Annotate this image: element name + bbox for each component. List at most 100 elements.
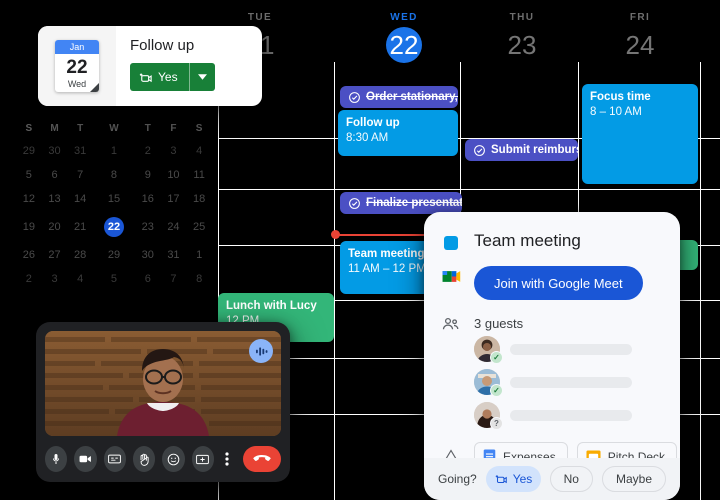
mini-calendar-day[interactable]: 29 <box>16 139 42 163</box>
video-feed <box>45 331 281 436</box>
event-details-panel[interactable]: Team meeting Join with Google Meet 3 gue… <box>424 212 680 500</box>
mini-calendar-day[interactable]: 11 <box>186 163 212 187</box>
rsvp-maybe-button[interactable]: Maybe <box>601 466 666 492</box>
mini-calendar-day[interactable]: 3 <box>42 267 68 291</box>
mini-calendar-day[interactable]: 24 <box>161 211 187 243</box>
guest-status-badge: ? <box>490 417 503 430</box>
mini-calendar-day[interactable]: 18 <box>186 187 212 211</box>
task-order-stationary[interactable]: Order stationary, 8 <box>340 86 458 108</box>
more-options-icon[interactable] <box>221 446 233 472</box>
day-header-fri[interactable]: FRI 24 <box>596 12 684 63</box>
guest-list-item[interactable]: ✓ <box>474 369 664 397</box>
notification-yes-main[interactable]: Yes <box>130 63 189 91</box>
mini-calendar-day[interactable]: 4 <box>67 267 93 291</box>
mini-calendar-day[interactable]: 5 <box>16 163 42 187</box>
rsvp-no-button[interactable]: No <box>549 466 593 492</box>
mini-calendar-day[interactable]: 25 <box>186 211 212 243</box>
emoji-glyph <box>167 453 180 465</box>
microphone-icon[interactable] <box>45 446 68 472</box>
event-focus-time[interactable]: Focus time 8 – 10 AM <box>582 84 698 184</box>
audio-level-icon <box>255 346 267 356</box>
captions-icon[interactable] <box>103 446 127 472</box>
mini-calendar-day[interactable]: 2 <box>16 267 42 291</box>
mini-calendar-day[interactable]: 26 <box>16 243 42 267</box>
day-header-weekday: THU <box>509 12 535 23</box>
google-meet-icon <box>442 271 461 282</box>
raise-hand-icon[interactable] <box>133 446 156 472</box>
mini-calendar-day[interactable]: 30 <box>135 243 161 267</box>
guest-name-redacted <box>510 409 632 421</box>
mini-calendar-day[interactable]: 8 <box>186 267 212 291</box>
day-header-weekday: TUE <box>247 12 273 23</box>
notification-yes-button[interactable]: Yes <box>130 63 215 91</box>
mini-calendar-day[interactable]: 1 <box>186 243 212 267</box>
mini-calendar-day[interactable]: 9 <box>135 163 161 187</box>
mini-weekday: W <box>109 123 119 134</box>
mini-calendar-day[interactable]: 16 <box>135 187 161 211</box>
chevron-down-icon <box>197 74 207 80</box>
mini-calendar-day[interactable]: 7 <box>161 267 187 291</box>
event-follow-up[interactable]: Follow up 8:30 AM <box>338 110 458 156</box>
mini-calendar-week-row: 2345678 <box>16 267 212 291</box>
mini-calendar-day[interactable]: 21 <box>67 211 93 243</box>
mini-calendar-day[interactable]: 19 <box>16 211 42 243</box>
present-screen-glyph <box>196 454 210 464</box>
day-header-weekday: WED <box>390 12 418 23</box>
check-circle-icon <box>474 144 485 156</box>
guest-list-item[interactable]: ✓ <box>474 336 664 364</box>
mini-calendar-day[interactable]: 2 <box>135 139 161 163</box>
mini-calendar-day[interactable]: 7 <box>67 163 93 187</box>
join-google-meet-button[interactable]: Join with Google Meet <box>474 266 643 300</box>
emoji-icon[interactable] <box>162 446 185 472</box>
rsvp-question: Going? <box>438 472 477 486</box>
rsvp-bar: Going? Yes No Maybe <box>424 458 680 500</box>
microphone-glyph <box>53 454 60 464</box>
mini-calendar-day[interactable]: 15 <box>93 187 135 211</box>
guest-list: ✓ ✓ ? <box>474 336 664 430</box>
mini-month-calendar[interactable]: S M T W T F S 29 30 31 1 2 3 4 5 6 7 8 9 10 11 12 13 14 1… <box>16 118 212 291</box>
rsvp-yes-button[interactable]: Yes <box>485 466 541 492</box>
mini-calendar-day[interactable]: 31 <box>67 139 93 163</box>
mini-calendar-day[interactable]: 6 <box>42 163 68 187</box>
mini-calendar-day[interactable]: 31 <box>161 243 187 267</box>
mini-calendar-day[interactable]: 29 <box>93 243 135 267</box>
mini-calendar-day[interactable]: 22 <box>93 211 135 243</box>
mini-calendar-day[interactable]: 20 <box>42 211 68 243</box>
mini-calendar-day[interactable]: 4 <box>186 139 212 163</box>
mini-calendar-day[interactable]: 14 <box>67 187 93 211</box>
task-submit-reimbursement[interactable]: Submit reimbursem <box>465 139 578 161</box>
present-screen-icon[interactable] <box>191 446 215 472</box>
grid-column-line <box>334 62 335 500</box>
day-header-number: 24 <box>625 30 655 60</box>
task-finalize-presentation[interactable]: Finalize presentatio <box>340 192 462 214</box>
camera-icon[interactable] <box>74 446 97 472</box>
notification-card[interactable]: Jan 22 Wed Follow up Yes <box>38 26 262 106</box>
mini-calendar-day[interactable]: 17 <box>161 187 187 211</box>
grid-column-line <box>700 62 701 500</box>
avatar-wrap: ? <box>474 402 503 430</box>
mini-calendar-day[interactable]: 6 <box>135 267 161 291</box>
mini-calendar-week-row: 5 6 7 8 9 10 11 <box>16 163 212 187</box>
task-label: Submit reimbursem <box>491 144 578 156</box>
grid-row-line <box>218 189 720 190</box>
guests-icon-wrap <box>440 314 462 332</box>
video-call-window[interactable] <box>36 322 290 482</box>
mini-calendar-day[interactable]: 30 <box>42 139 68 163</box>
guest-list-item[interactable]: ? <box>474 402 664 430</box>
rsvp-yes-main[interactable]: Yes <box>486 466 541 492</box>
mini-calendar-day[interactable]: 28 <box>67 243 93 267</box>
mini-calendar-day[interactable]: 27 <box>42 243 68 267</box>
mini-calendar-day[interactable]: 13 <box>42 187 68 211</box>
day-header-thu[interactable]: THU 23 <box>478 12 566 63</box>
mini-calendar-day[interactable]: 1 <box>93 139 135 163</box>
mini-calendar-day[interactable]: 23 <box>135 211 161 243</box>
end-call-button[interactable] <box>243 446 282 472</box>
event-details-body: Team meeting Join with Google Meet 3 gue… <box>424 212 680 482</box>
mini-calendar-day[interactable]: 8 <box>93 163 135 187</box>
mini-calendar-day[interactable]: 10 <box>161 163 187 187</box>
notification-yes-dropdown[interactable] <box>190 63 215 91</box>
mini-calendar-day[interactable]: 3 <box>161 139 187 163</box>
mini-calendar-day[interactable]: 5 <box>93 267 135 291</box>
mini-calendar-day[interactable]: 12 <box>16 187 42 211</box>
day-header-wed[interactable]: WED 22 <box>360 12 448 63</box>
